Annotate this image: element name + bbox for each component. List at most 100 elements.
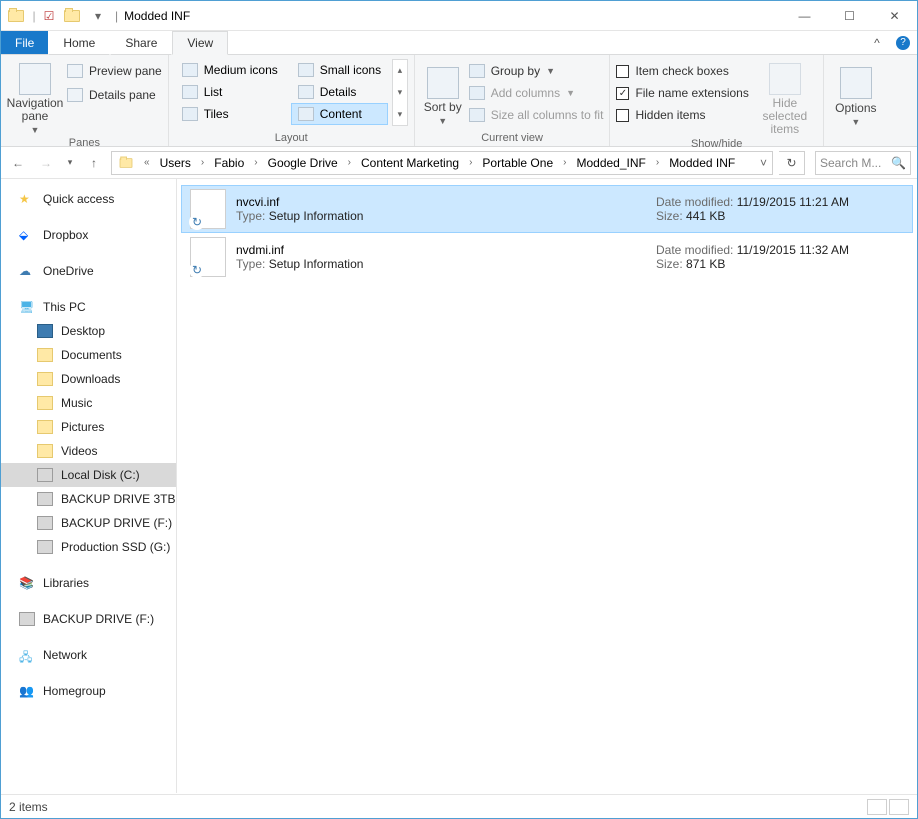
recent-dropdown[interactable]: ▾ bbox=[63, 152, 77, 174]
layout-tiles-button[interactable]: Tiles bbox=[175, 103, 285, 125]
view-thumbs-icon[interactable] bbox=[889, 799, 909, 815]
layout-list-button[interactable]: List bbox=[175, 81, 285, 103]
tree-prodssd[interactable]: Production SSD (G:) bbox=[1, 535, 176, 559]
file-size-label: Size: bbox=[656, 209, 683, 223]
layout-details-button[interactable]: Details bbox=[291, 81, 388, 103]
address-bar[interactable]: « Users› Fabio› Google Drive› Content Ma… bbox=[111, 151, 773, 175]
search-box[interactable]: Search M... 🔍 bbox=[815, 151, 911, 175]
hide-selected-label: Hide selected items bbox=[753, 97, 817, 136]
ribbon: Navigation pane ▼ Preview pane Details p… bbox=[1, 55, 917, 147]
tab-view[interactable]: View bbox=[172, 31, 228, 55]
sortby-icon bbox=[427, 67, 459, 99]
up-button[interactable]: ↑ bbox=[83, 152, 105, 174]
breadcrumb-seg-0[interactable]: Users bbox=[154, 152, 197, 174]
preview-pane-button[interactable]: Preview pane bbox=[67, 61, 162, 81]
tree-onedrive[interactable]: ☁OneDrive bbox=[1, 259, 176, 283]
tree-backup3[interactable]: BACKUP DRIVE 3TB bbox=[1, 487, 176, 511]
tree-documents[interactable]: Documents bbox=[1, 343, 176, 367]
layout-list-label: List bbox=[204, 85, 223, 99]
currentview-group-label: Current view bbox=[421, 130, 604, 146]
breadcrumb-seg-6[interactable]: Modded INF bbox=[663, 152, 741, 174]
tree-desktop[interactable]: Desktop bbox=[1, 319, 176, 343]
preview-pane-label: Preview pane bbox=[89, 64, 162, 78]
file-name: nvdmi.inf bbox=[236, 243, 646, 257]
layout-small-button[interactable]: Small icons bbox=[291, 59, 388, 81]
file-list[interactable]: nvcvi.inf Type: Setup Information Date m… bbox=[177, 179, 917, 793]
window-controls: — ☐ ✕ bbox=[782, 1, 917, 30]
tree-libraries[interactable]: 📚Libraries bbox=[1, 571, 176, 595]
tab-share[interactable]: Share bbox=[110, 31, 172, 55]
navigation-pane-label: Navigation pane bbox=[7, 97, 64, 123]
file-row-1[interactable]: nvdmi.inf Type: Setup Information Date m… bbox=[181, 233, 913, 281]
properties-icon[interactable]: ☑ bbox=[41, 8, 57, 24]
addcolumns-button[interactable]: Add columns▼ bbox=[469, 83, 604, 103]
file-type-value: Setup Information bbox=[269, 257, 364, 271]
tab-home[interactable]: Home bbox=[48, 31, 110, 55]
hide-selected-button[interactable]: Hide selected items bbox=[753, 57, 817, 136]
new-folder-icon[interactable] bbox=[61, 5, 83, 27]
help-button[interactable]: ? bbox=[889, 31, 917, 55]
tree-thispc[interactable]: 🖥This PC bbox=[1, 295, 176, 319]
hidden-label: Hidden items bbox=[635, 108, 705, 122]
address-dropdown[interactable]: ˅ bbox=[754, 156, 772, 170]
hidden-toggle[interactable]: Hidden items bbox=[616, 105, 748, 125]
layout-medium-button[interactable]: Medium icons bbox=[175, 59, 285, 81]
view-details-icon[interactable] bbox=[867, 799, 887, 815]
layout-more-button[interactable]: ▴▾▾ bbox=[392, 59, 408, 126]
ribbon-group-options: Options ▼ bbox=[824, 55, 888, 146]
breadcrumb-root[interactable] bbox=[112, 152, 140, 174]
layout-content-button[interactable]: Content bbox=[291, 103, 388, 125]
file-mod-label: Date modified: bbox=[656, 243, 733, 257]
refresh-button[interactable]: ↻ bbox=[779, 151, 805, 175]
layout-details-label: Details bbox=[320, 85, 357, 99]
close-button[interactable]: ✕ bbox=[872, 1, 917, 30]
file-type-label: Type: bbox=[236, 257, 265, 271]
details-pane-button[interactable]: Details pane bbox=[67, 85, 162, 105]
minimize-button[interactable]: — bbox=[782, 1, 827, 30]
groupby-button[interactable]: Group by▼ bbox=[469, 61, 604, 81]
qat-separator: | bbox=[31, 5, 37, 27]
sizecolumns-button[interactable]: Size all columns to fit bbox=[469, 105, 604, 125]
file-size-value: 441 KB bbox=[686, 209, 725, 223]
qat-dropdown-icon[interactable]: ▾ bbox=[87, 5, 109, 27]
tree-pictures[interactable]: Pictures bbox=[1, 415, 176, 439]
breadcrumb-seg-2[interactable]: Google Drive bbox=[262, 152, 344, 174]
forward-button[interactable]: → bbox=[35, 152, 57, 174]
breadcrumb-seg-4[interactable]: Portable One bbox=[476, 152, 559, 174]
file-name: nvcvi.inf bbox=[236, 195, 646, 209]
breadcrumb-seg-3[interactable]: Content Marketing bbox=[355, 152, 465, 174]
breadcrumb-seg-5[interactable]: Modded_INF bbox=[570, 152, 651, 174]
options-button[interactable]: Options ▼ bbox=[830, 57, 882, 130]
tree-quickaccess[interactable]: ★Quick access bbox=[1, 187, 176, 211]
file-mod-value: 11/19/2015 11:32 AM bbox=[737, 243, 849, 257]
sizecolumns-label: Size all columns to fit bbox=[491, 108, 604, 122]
collapse-ribbon-icon[interactable]: ^ bbox=[865, 31, 889, 55]
tree-localdisk[interactable]: Local Disk (C:) bbox=[1, 463, 176, 487]
navigation-pane-button[interactable]: Navigation pane ▼ bbox=[7, 57, 63, 135]
file-icon bbox=[190, 237, 226, 277]
breadcrumb-seg-1[interactable]: Fabio bbox=[208, 152, 250, 174]
navigation-tree[interactable]: ★Quick access ⬙Dropbox ☁OneDrive 🖥This P… bbox=[1, 179, 177, 793]
tree-backupf2[interactable]: BACKUP DRIVE (F:) bbox=[1, 607, 176, 631]
options-group-label bbox=[830, 130, 882, 146]
tree-network[interactable]: 🖧Network bbox=[1, 643, 176, 667]
tab-file[interactable]: File bbox=[1, 31, 48, 55]
tree-music[interactable]: Music bbox=[1, 391, 176, 415]
tree-videos[interactable]: Videos bbox=[1, 439, 176, 463]
quick-access-toolbar: | ☑ ▾ bbox=[1, 5, 113, 27]
tree-downloads[interactable]: Downloads bbox=[1, 367, 176, 391]
tree-homegroup[interactable]: 👥Homegroup bbox=[1, 679, 176, 703]
layout-medium-label: Medium icons bbox=[204, 63, 278, 77]
sortby-button[interactable]: Sort by ▼ bbox=[421, 57, 465, 130]
search-placeholder: Search M... bbox=[820, 156, 881, 170]
tree-backupf[interactable]: BACKUP DRIVE (F:) bbox=[1, 511, 176, 535]
back-button[interactable]: ← bbox=[7, 152, 29, 174]
ribbon-group-layout: Medium icons Small icons List Details Ti… bbox=[169, 55, 415, 146]
maximize-button[interactable]: ☐ bbox=[827, 1, 872, 30]
file-row-0[interactable]: nvcvi.inf Type: Setup Information Date m… bbox=[181, 185, 913, 233]
breadcrumb-overflow[interactable]: « bbox=[140, 157, 154, 168]
extensions-toggle[interactable]: File name extensions bbox=[616, 83, 748, 103]
title-sep: | bbox=[113, 9, 120, 23]
checkboxes-toggle[interactable]: Item check boxes bbox=[616, 61, 748, 81]
tree-dropbox[interactable]: ⬙Dropbox bbox=[1, 223, 176, 247]
